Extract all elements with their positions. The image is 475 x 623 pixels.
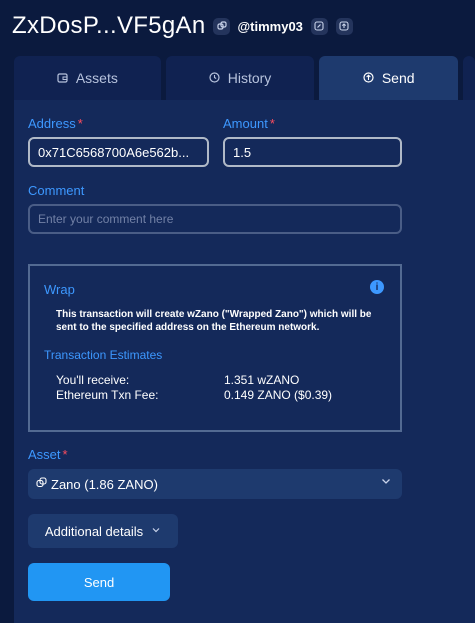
fee-label: Ethereum Txn Fee: <box>56 388 159 402</box>
required-mark: * <box>269 116 275 131</box>
receive-label: You'll receive: <box>56 373 130 387</box>
copy-icon-glyph <box>217 21 227 30</box>
upload-icon <box>363 71 374 86</box>
copy-icon[interactable] <box>213 17 231 35</box>
export-icon[interactable] <box>335 17 353 35</box>
address-label: Address * <box>28 116 83 131</box>
wrap-info-box: Wrap i This transaction will create wZan… <box>28 264 402 432</box>
amount-label-text: Amount <box>223 116 268 131</box>
asset-selected-value: Zano (1.86 ZANO) <box>51 476 158 492</box>
zano-coin-icon <box>36 477 47 491</box>
clock-icon <box>209 71 220 86</box>
edit-icon[interactable] <box>310 17 328 35</box>
wallet-icon <box>57 71 68 86</box>
required-mark: * <box>77 116 83 131</box>
fee-value: 0.149 ZANO ($0.39) <box>224 388 333 402</box>
wallet-header: ZxDosP...VF5gAn @timmy03 <box>12 10 353 42</box>
tab-assets-label: Assets <box>75 70 118 86</box>
tab-overflow <box>463 56 475 100</box>
address-label-text: Address <box>28 116 76 131</box>
chevron-down-icon <box>151 525 161 538</box>
estimates-title: Transaction Estimates <box>44 348 163 362</box>
tab-send-label: Send <box>381 70 415 86</box>
comment-label: Comment <box>28 183 85 198</box>
tab-history[interactable]: History <box>165 56 315 100</box>
tab-history-label: History <box>227 70 272 86</box>
required-mark: * <box>62 447 68 462</box>
send-button[interactable]: Send <box>28 563 170 601</box>
tab-send[interactable]: Send <box>319 56 459 100</box>
tab-bar: Assets History Send <box>14 56 475 100</box>
chevron-down-icon <box>380 475 392 490</box>
tab-assets[interactable]: Assets <box>14 56 161 100</box>
wallet-name: ZxDosP...VF5gAn <box>12 12 206 39</box>
info-icon[interactable]: i <box>370 280 384 294</box>
receive-value: 1.351 wZANO <box>224 373 300 387</box>
asset-label: Asset * <box>28 447 68 462</box>
asset-select[interactable]: Zano (1.86 ZANO) <box>28 469 402 499</box>
asset-label-text: Asset <box>28 447 61 462</box>
address-input[interactable]: 0x71C6568700A6e562b... <box>28 137 209 167</box>
additional-details-label: Additional details <box>44 523 144 539</box>
comment-input[interactable]: Enter your comment here <box>28 204 402 234</box>
wrap-description: This transaction will create wZano ("Wra… <box>56 309 372 333</box>
edit-icon-glyph <box>314 21 324 31</box>
wrap-title: Wrap <box>44 282 75 297</box>
export-icon-glyph <box>339 21 349 31</box>
additional-details-button[interactable]: Additional details <box>28 514 178 548</box>
amount-label: Amount * <box>223 116 275 131</box>
amount-input[interactable]: 1.5 <box>223 137 402 167</box>
wallet-alias: @timmy03 <box>237 18 303 34</box>
